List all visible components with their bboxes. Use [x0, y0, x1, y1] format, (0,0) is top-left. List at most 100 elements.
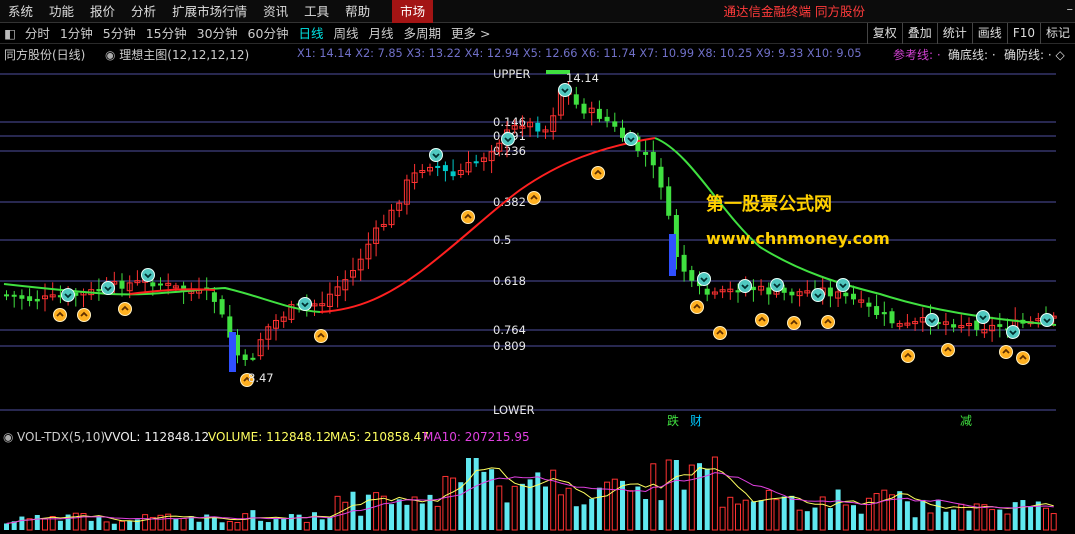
volume-bar	[920, 499, 926, 530]
panel-toggle-icon[interactable]: ◧	[0, 23, 20, 44]
volume-bar	[450, 477, 457, 531]
bottom-line-label: 确底线: ·	[948, 48, 996, 62]
volume-bar	[719, 506, 726, 531]
volume-bar	[111, 523, 117, 530]
volume-chart[interactable]	[0, 446, 1075, 532]
period-60min[interactable]: 60分钟	[243, 23, 294, 44]
period-intraday[interactable]: 分时	[20, 23, 55, 44]
volume-bar	[611, 478, 618, 531]
volume-bar	[258, 520, 264, 530]
volume-dropdown-icon[interactable]: ◉	[3, 430, 13, 444]
volume-bar	[704, 468, 710, 530]
volume-bar	[596, 487, 602, 530]
candle-body	[681, 254, 687, 272]
f10-button[interactable]: F10	[1006, 23, 1040, 44]
menu-system[interactable]: 系统	[0, 0, 41, 23]
volume-bar	[620, 480, 625, 530]
sell-signal-icon	[925, 313, 939, 327]
volume-bar	[912, 517, 918, 530]
period-30min[interactable]: 30分钟	[192, 23, 243, 44]
sell-signal-icon	[141, 268, 155, 282]
candle-body	[666, 186, 672, 216]
menu-analysis[interactable]: 分析	[123, 0, 164, 23]
period-weekly[interactable]: 周线	[328, 23, 363, 44]
volume-bar	[519, 483, 525, 530]
candle-body	[827, 287, 833, 297]
menu-function[interactable]: 功能	[41, 0, 82, 23]
volume-bar	[543, 486, 548, 530]
vvol-value: VVOL: 112848.12	[104, 430, 210, 444]
period-multi[interactable]: 多周期	[399, 23, 447, 44]
candle-body	[96, 289, 102, 292]
candle-body	[158, 283, 163, 286]
buy-signal-icon	[527, 191, 541, 205]
volume-bar	[835, 489, 841, 530]
period-more[interactable]: 更多 >	[446, 23, 495, 44]
volume-bar	[951, 509, 957, 530]
sell-signal-icon	[61, 288, 75, 302]
menu-tools[interactable]: 工具	[296, 0, 337, 23]
menu-news[interactable]: 资讯	[255, 0, 296, 23]
volume-bar	[812, 507, 818, 530]
volume-bar	[127, 520, 133, 530]
volume-bar	[211, 517, 217, 530]
mark-button[interactable]: 标记	[1039, 23, 1075, 44]
level-label: 0.146	[493, 115, 526, 129]
volume-bar	[750, 501, 756, 530]
volume-bar	[897, 491, 903, 530]
menu-quote[interactable]: 报价	[82, 0, 123, 23]
buy-signal-icon	[591, 166, 605, 180]
candle-body	[620, 127, 625, 138]
main-kline-chart[interactable]: UPPER0.1460.1910.2360.3820.50.6180.7640.…	[0, 62, 1075, 429]
indicator-label: 理想主图(12,12,12,12)	[119, 48, 250, 62]
period-1min[interactable]: 1分钟	[55, 23, 98, 44]
period-15min[interactable]: 15分钟	[141, 23, 192, 44]
x-values: X1: 14.14 X2: 7.85 X3: 13.22 X4: 12.94 X…	[297, 47, 862, 60]
indicator-name[interactable]: ◉ 理想主图(12,12,12,12)	[105, 46, 249, 63]
volume-bar	[396, 499, 402, 530]
volume-bar	[234, 521, 241, 531]
volume-bar	[643, 499, 649, 530]
draw-line-button[interactable]: 画线	[971, 23, 1007, 44]
volume-bar	[419, 503, 425, 530]
overlay-button[interactable]: 叠加	[901, 23, 937, 44]
candle-body	[450, 171, 456, 177]
volume-bar	[119, 520, 125, 531]
marker-jian: 减	[960, 414, 972, 428]
candle-body	[866, 302, 872, 307]
level-label: 0.764	[493, 323, 526, 337]
statistics-button[interactable]: 统计	[936, 23, 972, 44]
defense-line-label: 确防线: · ◇	[1004, 48, 1065, 62]
watermark-url: www.chnmoney.com	[706, 229, 890, 248]
adjust-button[interactable]: 复权	[866, 23, 902, 44]
volume-bar	[804, 511, 810, 530]
window-title: 通达信金融终端 同方股份	[723, 4, 865, 19]
volume-bar	[1028, 506, 1034, 530]
volume-bar	[827, 508, 833, 530]
period-5min[interactable]: 5分钟	[98, 23, 141, 44]
minimize-icon[interactable]: –	[1067, 2, 1074, 17]
low-price-label: 8.47	[248, 371, 274, 385]
volume-bar	[265, 522, 271, 530]
level-label: 0.5	[493, 233, 511, 247]
candle-body	[27, 296, 33, 301]
marker-die: 跌	[667, 413, 679, 428]
sell-signal-icon	[770, 278, 784, 292]
volume-bar	[327, 516, 333, 530]
volume-bar	[296, 514, 302, 530]
volume-bar	[658, 500, 664, 530]
trend-line-up	[319, 137, 656, 313]
candle-body	[704, 288, 710, 295]
menu-extended-market[interactable]: 扩展市场行情	[164, 0, 255, 23]
period-monthly[interactable]: 月线	[363, 23, 398, 44]
candle-body	[19, 295, 25, 299]
sell-signal-icon	[429, 148, 443, 162]
volume-bar	[373, 492, 380, 531]
menu-market[interactable]: 市场	[392, 0, 434, 23]
signal-bar	[669, 234, 676, 276]
menu-help[interactable]: 帮助	[337, 0, 378, 23]
indicator-dropdown-icon[interactable]: ◉	[105, 48, 119, 62]
volume-bar	[411, 496, 418, 531]
watermark-title: 第一股票公式网	[706, 193, 832, 215]
period-daily[interactable]: 日线	[293, 23, 328, 44]
